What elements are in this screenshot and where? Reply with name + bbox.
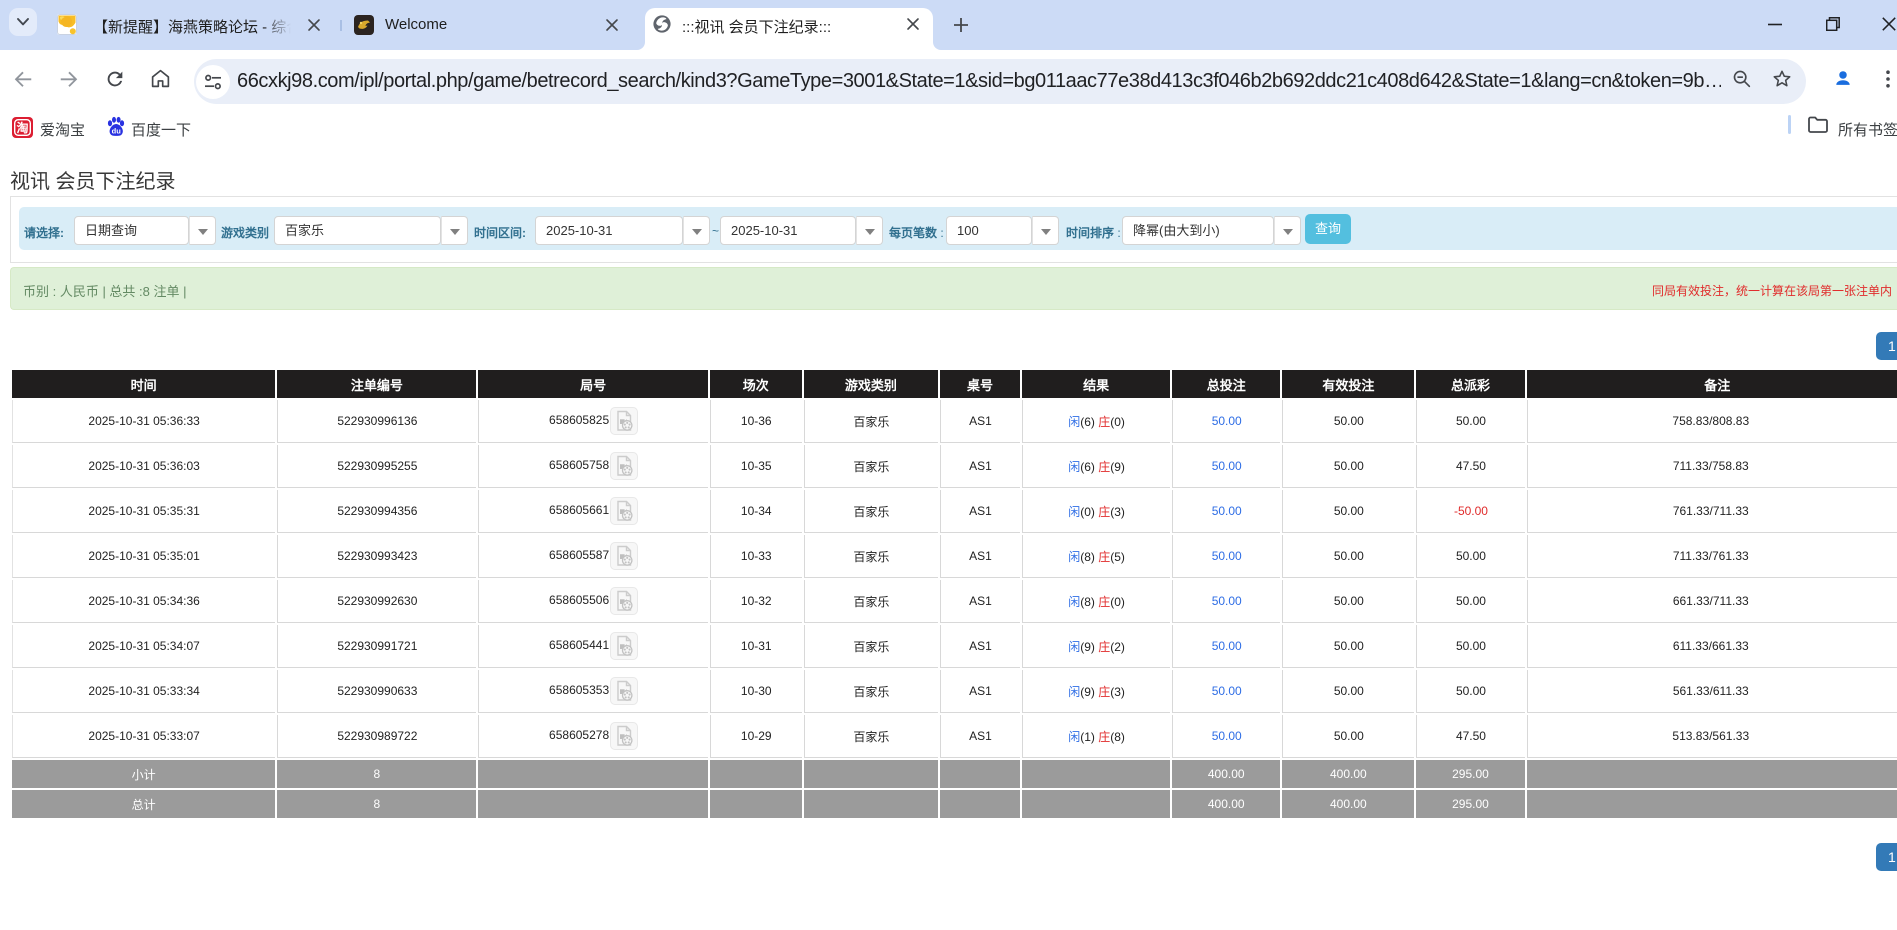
svg-text:du: du [112, 126, 122, 135]
svg-text:淘: 淘 [16, 120, 28, 135]
